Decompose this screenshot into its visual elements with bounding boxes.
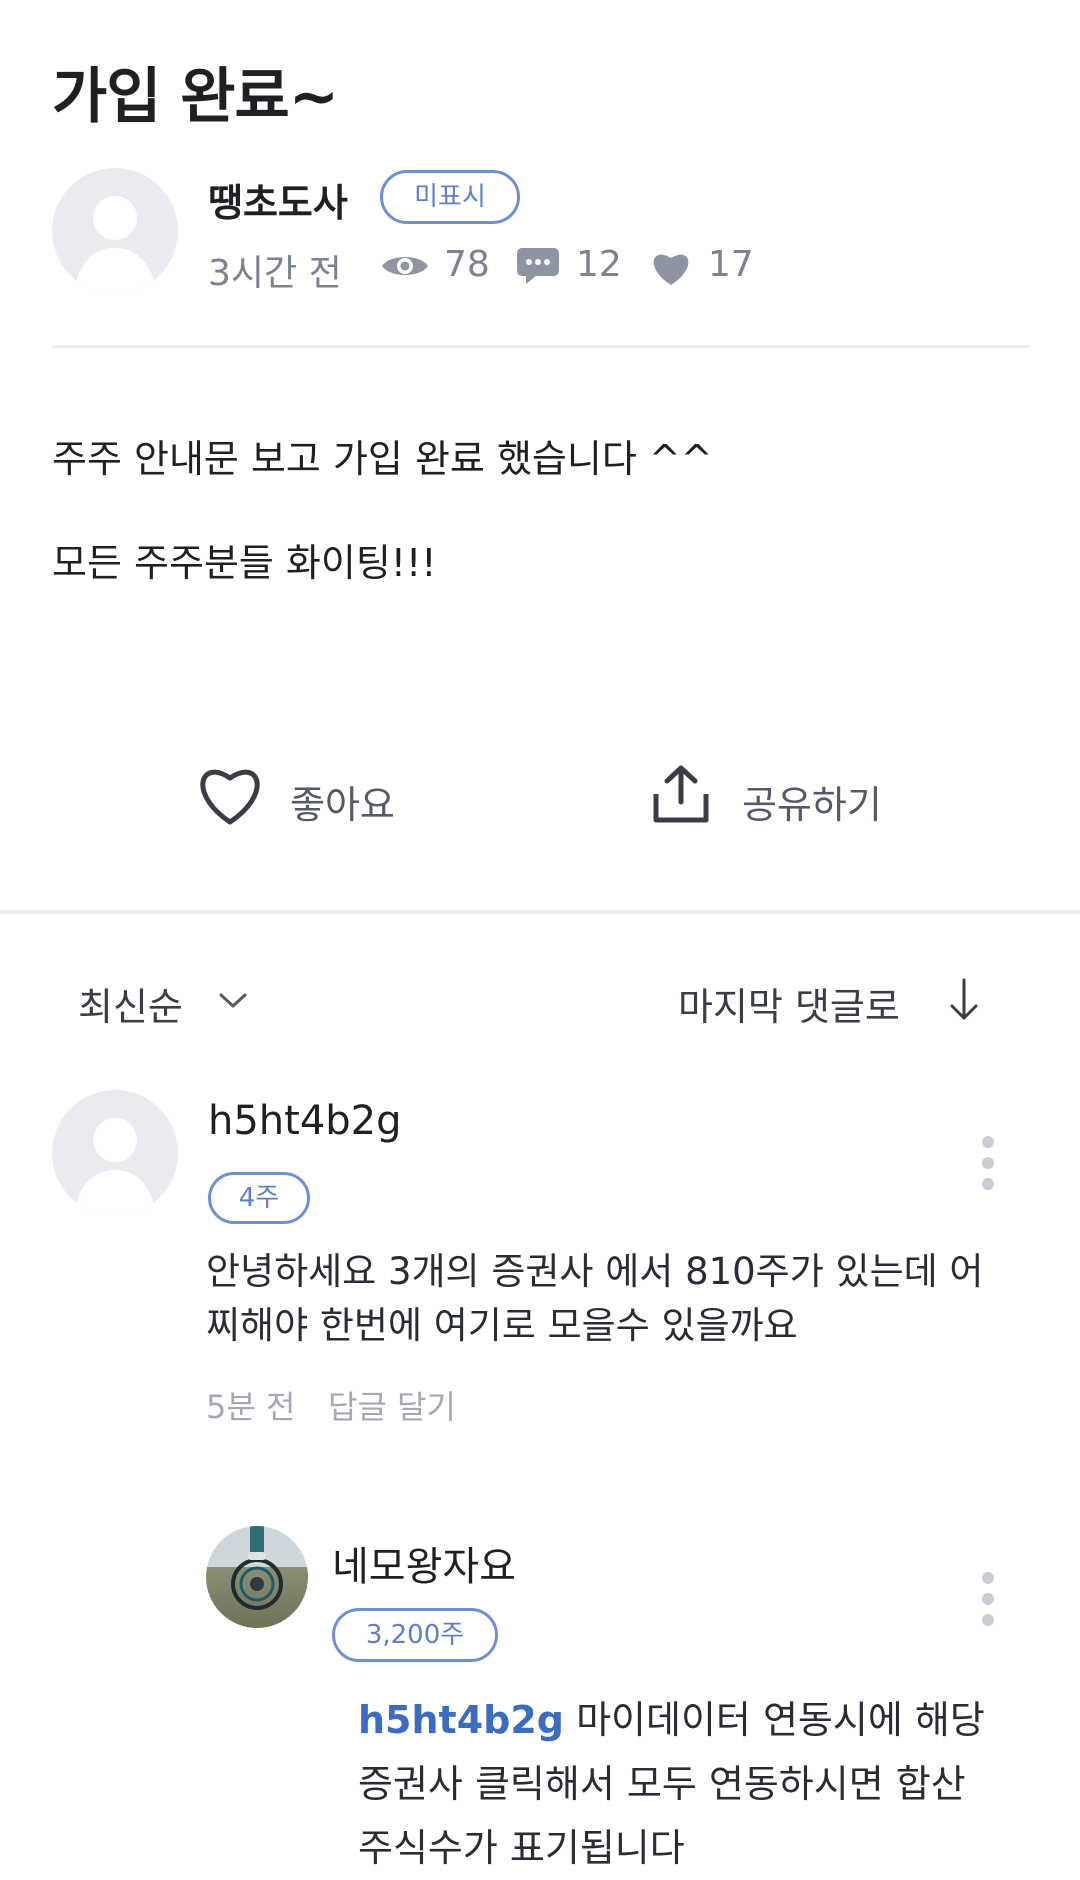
author-avatar[interactable] [52, 168, 178, 294]
heart-outline-icon [200, 769, 260, 825]
author-name[interactable]: 땡초도사 [208, 172, 348, 227]
arrow-down-icon [950, 978, 978, 1020]
divider [52, 345, 1030, 348]
more-vertical-icon[interactable] [978, 1572, 998, 1635]
share-count-badge: 4주 [208, 1172, 310, 1224]
sort-dropdown[interactable]: 최신순 [78, 976, 278, 1029]
post-time: 3시간 전 [208, 253, 342, 294]
sort-label: 최신순 [78, 985, 183, 1029]
comment-count: 12 [576, 244, 622, 285]
reply-author-name[interactable]: 네모왕자요 [332, 1534, 516, 1592]
comment-icon [517, 248, 559, 284]
like-label: 좋아요 [290, 783, 395, 827]
commenter-avatar[interactable] [52, 1090, 178, 1216]
post-title: 가입 완료~ [52, 62, 339, 132]
view-count: 78 [444, 244, 490, 285]
comment-text-line: 찌해야 한번에 여기로 모을수 있을까요 [206, 1304, 798, 1347]
share-label: 공유하기 [742, 783, 882, 827]
default-avatar-icon [74, 1118, 156, 1216]
section-divider [0, 910, 1080, 914]
post-body-line: 모든 주주분들 화이팅!!! [52, 541, 437, 585]
post-body-line: 주주 안내문 보고 가입 완료 했습니다 ^^ [52, 437, 713, 481]
like-count: 17 [708, 244, 754, 285]
reply-button[interactable]: 답글 달기 [328, 1382, 456, 1428]
more-vertical-icon[interactable] [978, 1136, 998, 1199]
eye-icon [382, 257, 428, 275]
default-avatar-icon [74, 196, 156, 294]
reply-text-line: h5ht4b2g 마이데이터 연동시에 해당 [358, 1688, 985, 1752]
share-icon [653, 765, 709, 823]
chevron-down-icon [219, 993, 247, 1008]
commenter-name[interactable]: h5ht4b2g [208, 1098, 402, 1144]
reply-avatar[interactable] [206, 1526, 308, 1628]
mention-link[interactable]: h5ht4b2g [358, 1698, 564, 1742]
jump-label: 마지막 댓글로 [678, 985, 900, 1029]
share-count-badge: 3,200주 [332, 1608, 498, 1662]
status-badge: 미표시 [380, 170, 520, 224]
comment-time: 5분 전 [206, 1388, 296, 1426]
reply-text-line: 주식수가 표기됩니다 [358, 1826, 685, 1870]
comment-text-line: 안녕하세요 3개의 증권사 에서 810주가 있는데 어 [206, 1250, 984, 1293]
heart-icon [653, 254, 689, 285]
jump-to-last-comment[interactable]: 마지막 댓글로 [678, 976, 998, 1029]
medal-photo-icon [231, 1526, 283, 1610]
reply-text-fragment: 마이데이터 연동시에 해당 [564, 1698, 985, 1742]
reply-text-line: 증권사 클릭해서 모두 연동하시면 합산 [358, 1762, 966, 1806]
